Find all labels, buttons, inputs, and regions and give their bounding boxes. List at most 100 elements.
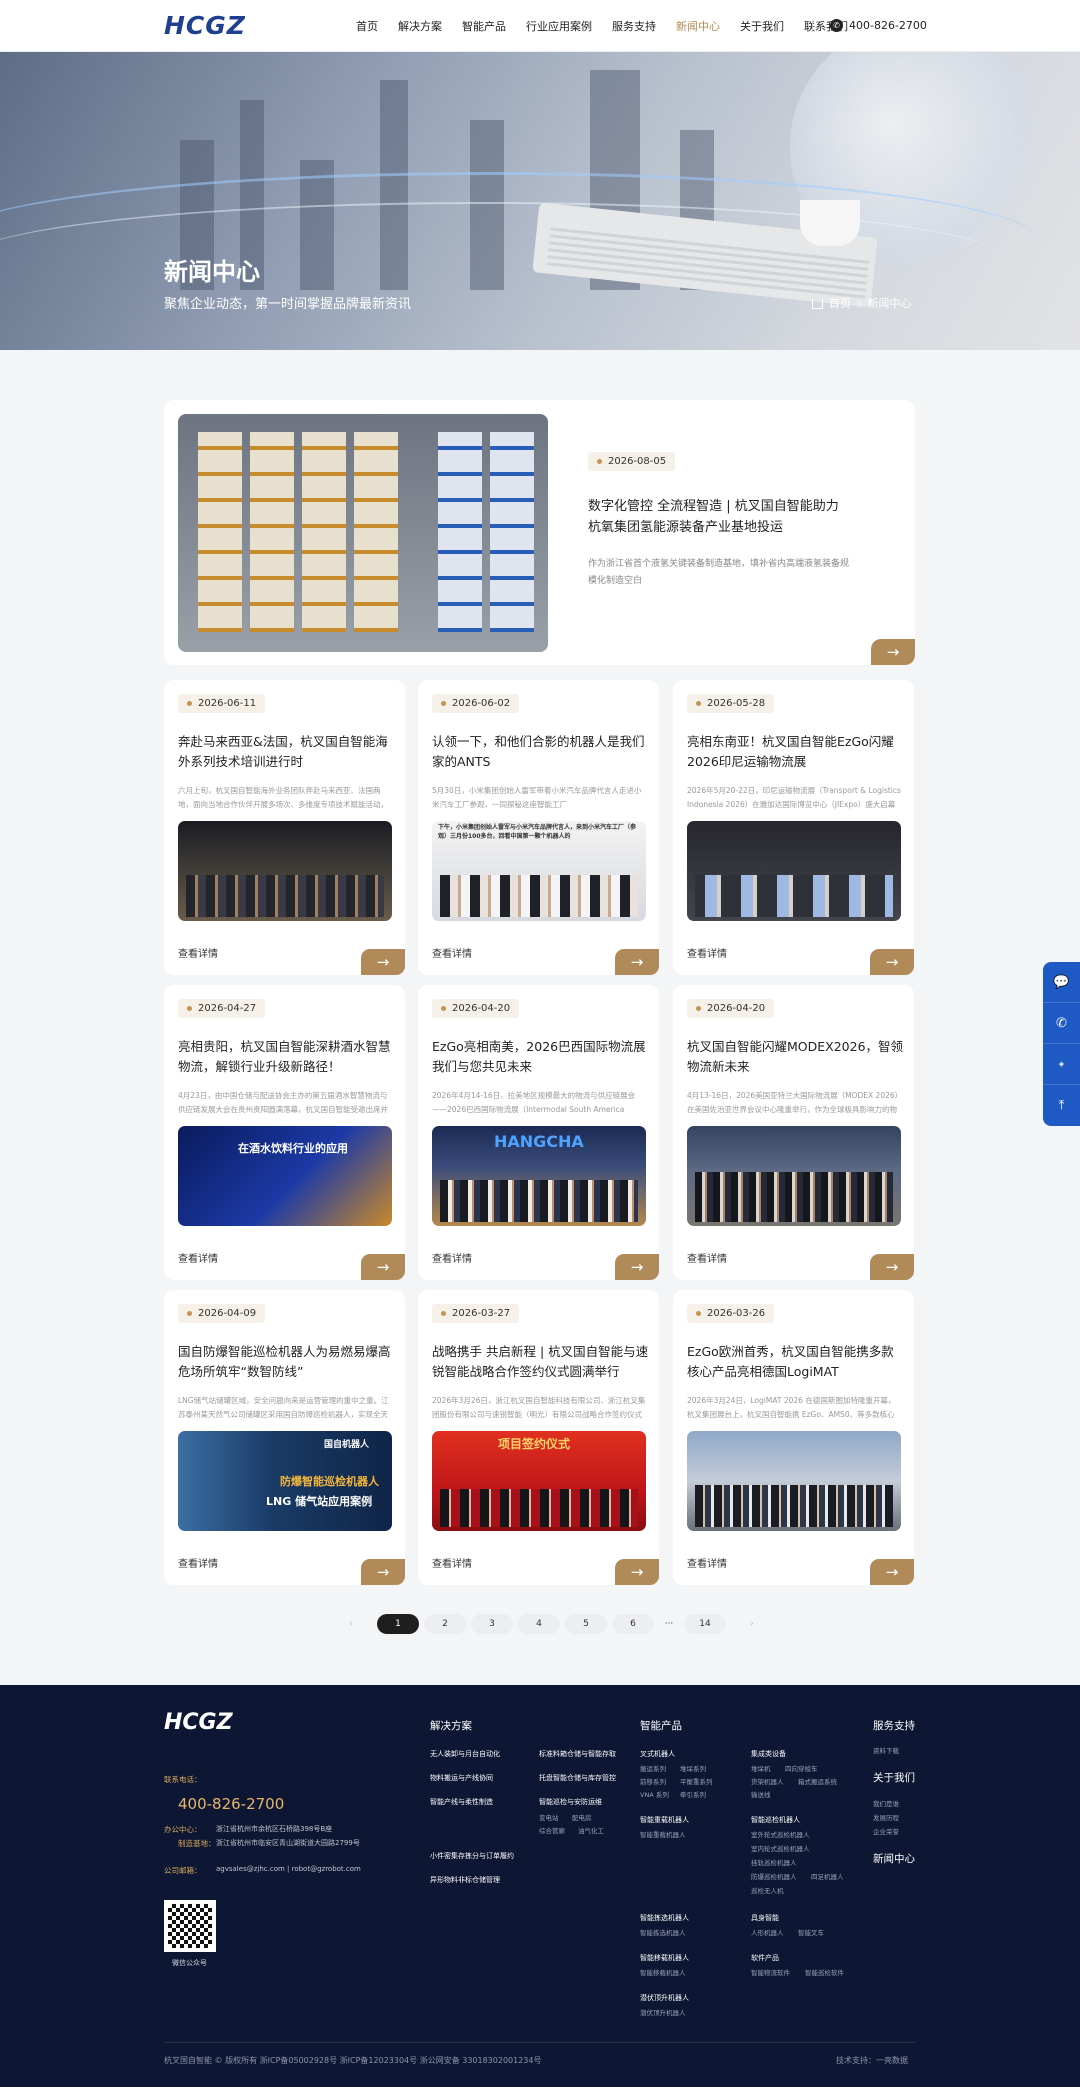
news-card[interactable]: 2026-04-27 亮相贵阳，杭叉国自智能深耕酒水智慧物流，解锁行业升级新路径… bbox=[164, 985, 405, 1280]
footer-about-link[interactable]: 我们是谁 bbox=[873, 1798, 899, 1808]
news-image[interactable] bbox=[687, 1431, 901, 1531]
footer-product-link[interactable]: 潜伏顶升机器人 bbox=[640, 2007, 686, 2017]
footer-solution-link[interactable]: 无人装卸与月台自动化 bbox=[430, 1749, 500, 1759]
page-14[interactable]: 14 bbox=[684, 1614, 726, 1634]
footer-solution-link[interactable]: 标准料箱仓储与智能存取 bbox=[539, 1749, 616, 1759]
footer-product-group[interactable]: 具身智能 bbox=[751, 1913, 779, 1923]
news-image[interactable]: 项目签约仪式 bbox=[432, 1431, 646, 1531]
prev-page-button[interactable]: ‹ bbox=[330, 1614, 372, 1634]
footer-support-title[interactable]: 服务支持 bbox=[873, 1718, 915, 1733]
footer-product-link[interactable]: 搬运系列 bbox=[640, 1763, 666, 1773]
header-phone[interactable]: 400-826-2700 bbox=[849, 19, 927, 32]
footer-product-link[interactable]: 输送线 bbox=[751, 1789, 771, 1799]
read-more-link[interactable]: 查看详情 bbox=[178, 945, 218, 960]
news-card[interactable]: 2026-06-11 奔赴马来西亚&法国，杭叉国自智能海外系列技术培训进行时 六… bbox=[164, 680, 405, 975]
page-6[interactable]: 6 bbox=[612, 1614, 654, 1634]
footer-product-group[interactable]: 软件产品 bbox=[751, 1953, 779, 1963]
footer-product-link[interactable]: 堆垛系列 bbox=[680, 1763, 706, 1773]
footer-product-link[interactable]: 前移系列 bbox=[640, 1776, 666, 1786]
footer-solution-link[interactable]: 异形物料非标仓储管理 bbox=[430, 1875, 500, 1885]
read-more-link[interactable]: 查看详情 bbox=[178, 1555, 218, 1570]
arrow-right-button[interactable]: → bbox=[361, 1559, 405, 1585]
footer-email[interactable]: agvsales@zjhc.com | robot@gzrobot.com bbox=[216, 1865, 361, 1873]
footer-product-group[interactable]: 智能重载机器人 bbox=[640, 1815, 689, 1825]
footer-solution-link[interactable]: 智能产线与柔性制造 bbox=[430, 1797, 493, 1807]
page-3[interactable]: 3 bbox=[471, 1614, 513, 1634]
footer-product-link[interactable]: VNA 系列 bbox=[640, 1789, 669, 1799]
footer-solution-sublink[interactable]: 配电房 bbox=[572, 1812, 592, 1822]
footer-product-link[interactable]: 智能巡检软件 bbox=[805, 1967, 844, 1977]
nav-news[interactable]: 新闻中心 bbox=[676, 18, 720, 34]
news-title[interactable]: 奔赴马来西亚&法国，杭叉国自智能海外系列技术培训进行时 bbox=[178, 732, 396, 772]
news-title[interactable]: 亮相贵阳，杭叉国自智能深耕酒水智慧物流，解锁行业升级新路径！ bbox=[178, 1037, 396, 1077]
news-card[interactable]: 2026-06-02 认领一下，和他们合影的机器人是我们家的ANTS 5月30日… bbox=[418, 680, 659, 975]
arrow-right-button[interactable]: → bbox=[870, 1559, 914, 1585]
footer-product-link[interactable]: 堆垛机 bbox=[751, 1763, 771, 1773]
arrow-right-button[interactable]: → bbox=[871, 639, 915, 665]
news-image[interactable]: HANGCHA bbox=[432, 1126, 646, 1226]
phone-icon[interactable]: ✆ bbox=[1043, 1003, 1080, 1044]
arrow-right-button[interactable]: → bbox=[361, 1254, 405, 1280]
wechat-icon[interactable]: 💬 bbox=[1043, 962, 1080, 1003]
footer-about-link[interactable]: 发展历程 bbox=[873, 1812, 899, 1822]
news-image[interactable] bbox=[687, 821, 901, 921]
read-more-link[interactable]: 查看详情 bbox=[687, 945, 727, 960]
news-card[interactable]: 2026-04-20 杭叉国自智能闪耀MODEX2026，智领物流新未来 4月1… bbox=[673, 985, 914, 1280]
news-card[interactable]: 2026-04-20 EzGo亮相南美，2026巴西国际物流展我们与您共见未来 … bbox=[418, 985, 659, 1280]
news-title[interactable]: 亮相东南亚！杭叉国自智能EzGo闪耀2026印尼运输物流展 bbox=[687, 732, 905, 772]
arrow-right-button[interactable]: → bbox=[615, 1254, 659, 1280]
footer-solution-sublink[interactable]: 变电站 bbox=[539, 1812, 559, 1822]
footer-product-group[interactable]: 集成类设备 bbox=[751, 1749, 786, 1759]
footer-product-link[interactable]: 箱式搬运系统 bbox=[798, 1776, 837, 1786]
footer-product-group[interactable]: 潜伏顶升机器人 bbox=[640, 1993, 689, 2003]
footer-solution-sublink[interactable]: 综合管廊 bbox=[539, 1825, 565, 1835]
news-image[interactable]: 国自机器人 防爆智能巡检机器人 LNG 储气站应用案例 bbox=[178, 1431, 392, 1531]
read-more-link[interactable]: 查看详情 bbox=[432, 1250, 472, 1265]
page-5[interactable]: 5 bbox=[565, 1614, 607, 1634]
footer-solution-link[interactable]: 托盘智能仓储与库存管控 bbox=[539, 1773, 616, 1783]
footer-product-link[interactable]: 货架机器人 bbox=[751, 1776, 784, 1786]
news-card[interactable]: 2026-05-28 亮相东南亚！杭叉国自智能EzGo闪耀2026印尼运输物流展… bbox=[673, 680, 914, 975]
next-page-button[interactable]: › bbox=[731, 1614, 773, 1634]
footer-products-title[interactable]: 智能产品 bbox=[640, 1718, 682, 1733]
page-4[interactable]: 4 bbox=[518, 1614, 560, 1634]
arrow-right-button[interactable]: → bbox=[361, 949, 405, 975]
nav-solutions[interactable]: 解决方案 bbox=[398, 18, 442, 34]
footer-product-link[interactable]: 智能物流软件 bbox=[751, 1967, 790, 1977]
footer-support-link[interactable]: 资料下载 bbox=[873, 1745, 899, 1755]
logo-icon[interactable]: ◈ bbox=[1043, 1044, 1080, 1085]
footer-product-link[interactable]: 智能拣选机器人 bbox=[640, 1927, 686, 1937]
news-image[interactable]: 下午，小米集团创始人雷军与小米汽车品牌代言人，来到小米汽车工厂（参观）三月份10… bbox=[432, 821, 646, 921]
footer-solution-link[interactable]: 小件密集存拣分与订单履约 bbox=[430, 1851, 514, 1861]
news-title[interactable]: EzGo亮相南美，2026巴西国际物流展我们与您共见未来 bbox=[432, 1037, 650, 1077]
read-more-link[interactable]: 查看详情 bbox=[432, 1555, 472, 1570]
page-2[interactable]: 2 bbox=[424, 1614, 466, 1634]
read-more-link[interactable]: 查看详情 bbox=[432, 945, 472, 960]
footer-product-link[interactable]: 智能叉车 bbox=[798, 1927, 824, 1937]
footer-solution-link[interactable]: 智能巡检与安防运维 bbox=[539, 1797, 602, 1807]
footer-solutions-title[interactable]: 解决方案 bbox=[430, 1718, 472, 1733]
footer-product-link[interactable]: 四足机器人 bbox=[811, 1871, 844, 1881]
footer-solution-sublink[interactable]: 油气化工 bbox=[578, 1825, 604, 1835]
footer-product-link[interactable]: 防爆巡检机器人 bbox=[751, 1871, 797, 1881]
news-title[interactable]: 战略携手 共启新程 | 杭叉国自智能与速锐智能战略合作签约仪式圆满举行 bbox=[432, 1342, 650, 1382]
footer-product-group[interactable]: 智能拣选机器人 bbox=[640, 1913, 689, 1923]
news-image[interactable] bbox=[687, 1126, 901, 1226]
tech-support[interactable]: 技术支持：一亮数据 bbox=[836, 2055, 908, 2066]
arrow-right-button[interactable]: → bbox=[870, 1254, 914, 1280]
arrow-right-button[interactable]: → bbox=[870, 949, 914, 975]
featured-news-image[interactable] bbox=[178, 414, 548, 652]
footer-product-group[interactable]: 智能移载机器人 bbox=[640, 1953, 689, 1963]
news-title[interactable]: 国自防爆智能巡检机器人为易燃易爆高危场所筑牢“数智防线” bbox=[178, 1342, 396, 1382]
footer-product-group[interactable]: 叉式机器人 bbox=[640, 1749, 675, 1759]
featured-news-card[interactable]: 2026-08-05 数字化管控 全流程智造 | 杭叉国自智能助力杭氧集团氢能源… bbox=[164, 400, 915, 665]
read-more-link[interactable]: 查看详情 bbox=[687, 1250, 727, 1265]
news-title[interactable]: 数字化管控 全流程智造 | 杭叉国自智能助力杭氧集团氢能源装备产业基地投运 bbox=[588, 496, 850, 538]
footer-product-link[interactable]: 巡检无人机 bbox=[751, 1885, 784, 1895]
footer-product-link[interactable]: 挂轨巡检机器人 bbox=[751, 1857, 797, 1867]
footer-product-link[interactable]: 室内轮式巡检机器人 bbox=[751, 1843, 810, 1853]
footer-product-link[interactable]: 牵引系列 bbox=[680, 1789, 706, 1799]
footer-news-title[interactable]: 新闻中心 bbox=[873, 1851, 915, 1866]
arrow-right-button[interactable]: → bbox=[615, 1559, 659, 1585]
footer-product-link[interactable]: 智能移载机器人 bbox=[640, 1967, 686, 1977]
